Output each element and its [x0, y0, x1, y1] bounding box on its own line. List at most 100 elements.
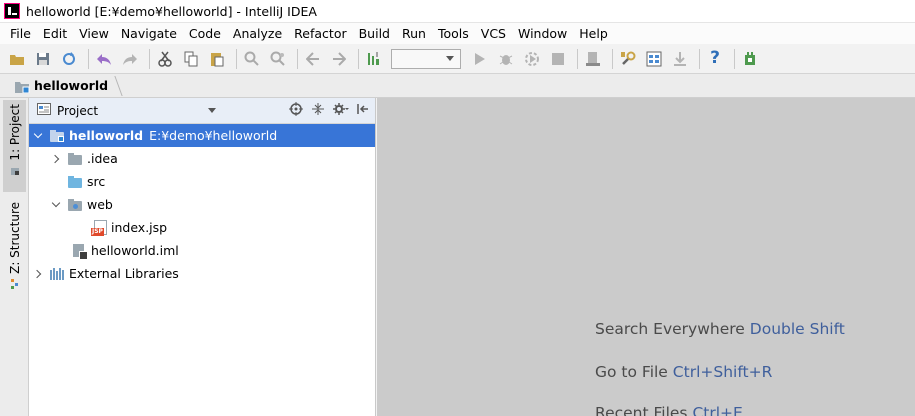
- undo-icon[interactable]: [93, 48, 115, 70]
- scroll-from-source-icon[interactable]: [289, 101, 303, 120]
- toolbar-separator: [149, 48, 150, 69]
- tree-node-external-libraries[interactable]: External Libraries: [29, 262, 375, 285]
- copy-icon[interactable]: [180, 48, 202, 70]
- run-configuration-select[interactable]: [391, 48, 461, 69]
- chevron-down-icon[interactable]: [51, 200, 61, 210]
- stop-icon[interactable]: [547, 48, 569, 70]
- menu-edit[interactable]: Edit: [37, 26, 73, 41]
- toolbar-separator: [612, 48, 613, 69]
- cut-icon[interactable]: [154, 48, 176, 70]
- menu-bar: File Edit View Navigate Code Analyze Ref…: [0, 23, 915, 44]
- hint-label: Go to File: [595, 363, 668, 381]
- project-view-icon: [37, 103, 51, 118]
- tree-node-root-name: helloworld: [69, 128, 144, 143]
- tree-node-root[interactable]: helloworld E:¥demo¥helloworld: [29, 124, 375, 147]
- menu-help[interactable]: Help: [573, 26, 614, 41]
- tree-node-label: web: [87, 197, 113, 212]
- menu-vcs[interactable]: VCS: [475, 26, 512, 41]
- deploy-icon[interactable]: [582, 48, 604, 70]
- toolbar-separator: [236, 48, 237, 69]
- menu-build[interactable]: Build: [353, 26, 396, 41]
- menu-view[interactable]: View: [73, 26, 115, 41]
- run-icon[interactable]: [469, 48, 491, 70]
- menu-refactor[interactable]: Refactor: [288, 26, 352, 41]
- tree-node-idea[interactable]: .idea: [29, 147, 375, 170]
- left-tool-stripe: 1: Project Z: Structure: [0, 98, 29, 416]
- menu-analyze[interactable]: Analyze: [227, 26, 288, 41]
- menu-file[interactable]: File: [4, 26, 37, 41]
- title-bar: helloworld [E:¥demo¥helloworld] - Intell…: [0, 0, 915, 23]
- tab-project[interactable]: 1: Project: [3, 100, 26, 192]
- gear-icon[interactable]: [333, 102, 349, 120]
- plugin-icon[interactable]: [739, 48, 761, 70]
- editor-empty-area[interactable]: Search Everywhere Double Shift Go to Fil…: [377, 98, 915, 416]
- menu-code[interactable]: Code: [183, 26, 227, 41]
- web-folder-icon: [67, 198, 83, 212]
- structure-tab-icon: [10, 278, 20, 293]
- folder-icon: [67, 152, 83, 166]
- tree-node-label: helloworld.iml: [91, 243, 179, 258]
- redo-icon[interactable]: [119, 48, 141, 70]
- project-tool-window: Project helloworld E:¥demo¥helloworld .i…: [29, 98, 376, 416]
- chevron-down-icon[interactable]: [33, 131, 43, 141]
- jsp-file-icon: [91, 219, 107, 236]
- menu-window[interactable]: Window: [512, 26, 573, 41]
- chevron-down-icon[interactable]: [208, 108, 217, 113]
- paste-icon[interactable]: [206, 48, 228, 70]
- breadcrumb-separator: [107, 75, 123, 96]
- settings-icon[interactable]: [617, 48, 639, 70]
- find-icon[interactable]: [241, 48, 263, 70]
- project-view-title[interactable]: Project: [57, 104, 98, 118]
- hint-shortcut: Ctrl+E: [692, 404, 743, 416]
- main-toolbar: ?: [0, 44, 915, 74]
- hint-go-to-file: Go to File Ctrl+Shift+R: [595, 363, 772, 381]
- tree-node-iml[interactable]: helloworld.iml: [29, 239, 375, 262]
- window-title: helloworld [E:¥demo¥helloworld] - Intell…: [26, 3, 317, 19]
- tree-node-label: src: [87, 174, 106, 189]
- module-folder-icon: [49, 129, 65, 143]
- tree-node-label: .idea: [87, 151, 118, 166]
- debug-icon[interactable]: [495, 48, 517, 70]
- toolbar-separator: [699, 48, 700, 69]
- forward-icon[interactable]: [328, 48, 350, 70]
- back-icon[interactable]: [302, 48, 324, 70]
- tree-node-web[interactable]: web: [29, 193, 375, 216]
- intellij-logo-icon: [4, 3, 20, 19]
- menu-run[interactable]: Run: [396, 26, 432, 41]
- sync-icon[interactable]: [58, 48, 80, 70]
- open-icon[interactable]: [6, 48, 28, 70]
- menu-navigate[interactable]: Navigate: [115, 26, 183, 41]
- project-tab-icon: [10, 165, 20, 179]
- hint-label: Search Everywhere: [595, 320, 745, 338]
- tree-node-src[interactable]: src: [29, 170, 375, 193]
- tree-node-root-path: E:¥demo¥helloworld: [149, 128, 278, 143]
- project-structure-icon[interactable]: [643, 48, 665, 70]
- hint-recent-files: Recent Files Ctrl+E: [595, 404, 743, 416]
- collapse-all-icon[interactable]: [311, 102, 325, 120]
- sdk-icon[interactable]: [669, 48, 691, 70]
- replace-icon[interactable]: [267, 48, 289, 70]
- tab-structure-label: Z: Structure: [7, 202, 22, 274]
- breadcrumb-project[interactable]: helloworld: [34, 78, 108, 93]
- project-tree: helloworld E:¥demo¥helloworld .idea src …: [29, 124, 375, 285]
- menu-tools[interactable]: Tools: [432, 26, 475, 41]
- tree-node-index-jsp[interactable]: index.jsp: [29, 216, 375, 239]
- coverage-icon[interactable]: [521, 48, 543, 70]
- library-icon: [49, 267, 65, 281]
- make-project-icon[interactable]: [363, 48, 385, 70]
- toolbar-separator: [297, 48, 298, 69]
- hide-panel-icon[interactable]: [357, 103, 369, 119]
- tab-project-label: 1: Project: [7, 104, 22, 161]
- chevron-right-icon[interactable]: [33, 269, 43, 279]
- panel-tools: [289, 101, 369, 120]
- help-icon[interactable]: ?: [704, 48, 726, 70]
- chevron-right-icon[interactable]: [51, 154, 61, 164]
- hint-search-everywhere: Search Everywhere Double Shift: [595, 320, 845, 338]
- hint-shortcut: Double Shift: [749, 320, 845, 338]
- tree-node-label: index.jsp: [111, 220, 168, 235]
- tab-structure[interactable]: Z: Structure: [3, 198, 26, 290]
- tree-node-label: External Libraries: [69, 266, 179, 281]
- module-file-icon: [71, 243, 88, 260]
- save-all-icon[interactable]: [32, 48, 54, 70]
- toolbar-separator: [358, 48, 359, 69]
